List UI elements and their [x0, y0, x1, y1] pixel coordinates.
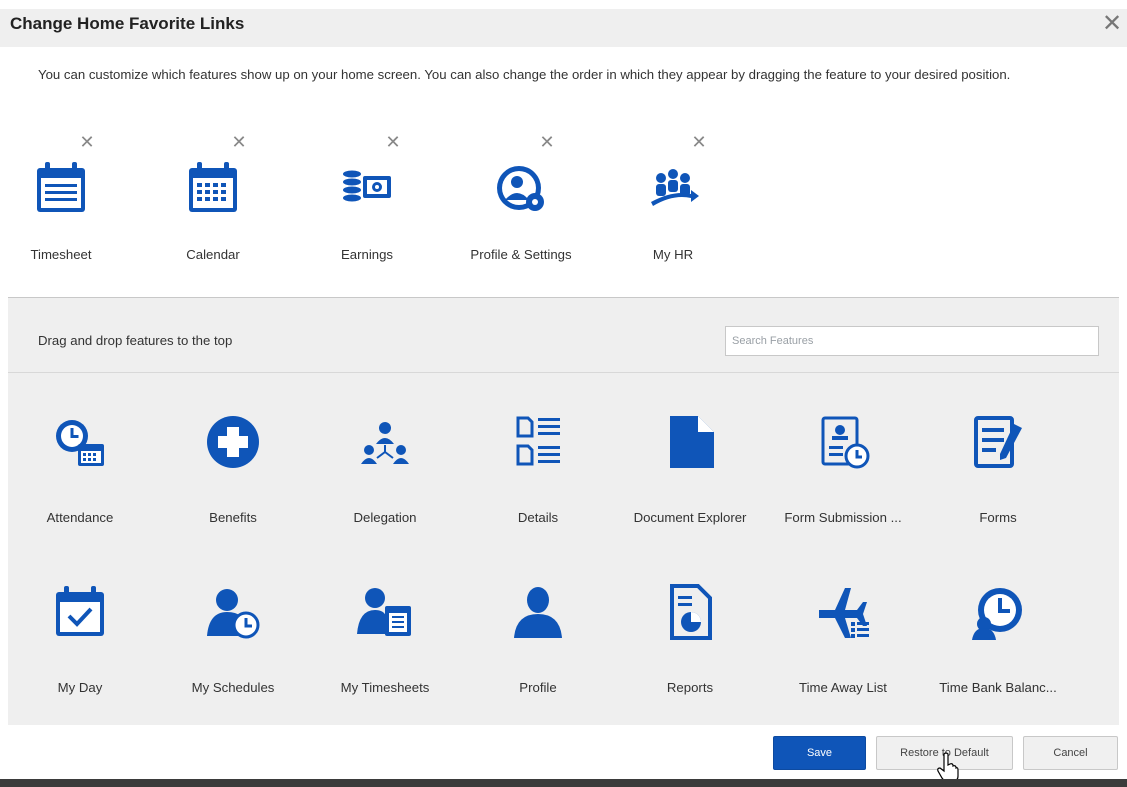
favorite-label: Calendar — [186, 247, 240, 262]
feature-label: Details — [517, 510, 559, 525]
save-button[interactable]: Save — [773, 736, 866, 770]
delegation-icon — [361, 422, 409, 464]
favorite-label: Earnings — [340, 247, 394, 262]
feature-label: My Schedules — [191, 680, 275, 695]
feature-delegation[interactable]: Delegation — [315, 414, 455, 554]
document-explorer-icon — [670, 416, 714, 468]
feature-label: Forms — [979, 510, 1017, 525]
remove-icon[interactable]: ✕ — [78, 133, 96, 151]
my-day-icon — [56, 586, 104, 636]
my-timesheets-icon — [357, 588, 411, 636]
top-strip — [0, 0, 1127, 9]
favorite-label: My HR — [652, 247, 694, 262]
profile-icon — [514, 587, 562, 638]
feature-my-timesheets[interactable]: My Timesheets — [315, 584, 455, 724]
cancel-button[interactable]: Cancel — [1023, 736, 1118, 770]
feature-benefits[interactable]: Benefits — [163, 414, 303, 554]
feature-details[interactable]: Details — [468, 414, 608, 554]
time-bank-balance-icon — [972, 588, 1022, 640]
timesheet-icon — [37, 162, 85, 212]
feature-document-explorer[interactable]: Document Explorer — [620, 414, 760, 554]
feature-label: My Day — [57, 680, 103, 695]
details-icon — [516, 416, 560, 466]
feature-form-submission[interactable]: Form Submission ... — [773, 414, 913, 554]
feature-label: Time Bank Balanc... — [939, 680, 1057, 695]
favorite-item-timesheet[interactable]: ✕ Timesheet — [0, 125, 140, 275]
favorite-label: Profile & Settings — [470, 247, 572, 262]
time-away-list-icon — [819, 588, 869, 638]
calendar-icon — [189, 162, 237, 212]
favorite-item-profile-settings[interactable]: ✕ Profile & Settings — [460, 125, 600, 275]
divider — [8, 372, 1119, 373]
favorite-item-my-hr[interactable]: ✕ My HR — [612, 125, 752, 275]
remove-icon[interactable]: ✕ — [230, 133, 248, 151]
feature-label: Document Explorer — [633, 510, 747, 525]
feature-label: Profile — [519, 680, 557, 695]
remove-icon[interactable]: ✕ — [690, 133, 708, 151]
bottom-bar — [0, 779, 1127, 787]
benefits-icon — [207, 416, 259, 468]
reports-icon — [670, 584, 712, 640]
my-hr-icon — [651, 169, 699, 206]
attendance-icon — [56, 420, 104, 466]
close-icon[interactable]: ✕ — [1099, 11, 1125, 37]
feature-my-schedules[interactable]: My Schedules — [163, 584, 303, 724]
feature-label: Benefits — [209, 510, 257, 525]
forms-icon — [974, 416, 1022, 468]
feature-label: My Timesheets — [340, 680, 430, 695]
remove-icon[interactable]: ✕ — [384, 133, 402, 151]
feature-attendance[interactable]: Attendance — [10, 414, 150, 554]
dialog-title: Change Home Favorite Links — [10, 14, 245, 33]
form-submission-icon — [821, 416, 870, 469]
hand-cursor-icon — [937, 752, 959, 782]
feature-profile[interactable]: Profile — [468, 584, 608, 724]
favorite-item-calendar[interactable]: ✕ Calendar — [152, 125, 292, 275]
feature-label: Delegation — [353, 510, 417, 525]
feature-label: Reports — [666, 680, 714, 695]
feature-reports[interactable]: Reports — [620, 584, 760, 724]
favorite-label: Timesheet — [30, 247, 92, 262]
remove-icon[interactable]: ✕ — [538, 133, 556, 151]
feature-forms[interactable]: Forms — [928, 414, 1068, 554]
feature-label: Attendance — [46, 510, 114, 525]
search-features-input[interactable] — [725, 326, 1099, 356]
favorite-item-earnings[interactable]: ✕ Earnings — [306, 125, 446, 275]
feature-time-bank-balance[interactable]: Time Bank Balanc... — [928, 584, 1068, 724]
earnings-icon — [343, 170, 391, 202]
feature-label: Form Submission ... — [784, 510, 902, 525]
drag-hint: Drag and drop features to the top — [38, 333, 233, 348]
profile-settings-icon — [497, 166, 544, 211]
feature-time-away-list[interactable]: Time Away List — [773, 584, 913, 724]
dialog-description: You can customize which features show up… — [38, 67, 1011, 82]
feature-my-day[interactable]: My Day — [10, 584, 150, 724]
my-schedules-icon — [207, 589, 260, 639]
feature-label: Time Away List — [799, 680, 887, 695]
